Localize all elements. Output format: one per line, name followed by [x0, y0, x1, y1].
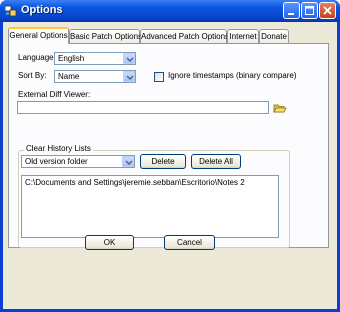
chevron-down-icon: [126, 75, 134, 80]
ok-button[interactable]: OK: [85, 235, 134, 250]
history-list-value: Old version folder: [25, 157, 88, 166]
language-value: English: [58, 54, 85, 63]
tab-label: General Options: [9, 31, 68, 40]
dialog-client: General Options Basic Patch Options Adva…: [3, 22, 337, 309]
delete-button[interactable]: Delete: [140, 154, 186, 169]
app-icon: [5, 5, 17, 17]
history-list-dropdown-button[interactable]: [122, 156, 134, 167]
tab-internet[interactable]: Internet: [227, 29, 259, 44]
maximize-button[interactable]: [301, 2, 318, 19]
sort-by-dropdown-button[interactable]: [123, 71, 135, 82]
chevron-down-icon: [126, 57, 134, 62]
close-icon: [323, 6, 332, 15]
tab-advanced-patch-options[interactable]: Advanced Patch Options: [140, 29, 230, 44]
maximize-icon: [305, 6, 314, 15]
options-window: Options General Options Basic Patch Opti…: [0, 0, 340, 312]
clear-history-group-title: Clear History Lists: [24, 144, 93, 153]
folder-open-icon[interactable]: [273, 102, 287, 114]
history-listbox[interactable]: C:\Documents and Settings\jeremie.sebban…: [21, 175, 279, 238]
tab-label: Donate: [261, 32, 287, 41]
ignore-timestamps-label: Ignore timestamps (binary compare): [168, 71, 297, 80]
language-select[interactable]: English: [54, 52, 136, 65]
delete-button-label: Delete: [151, 157, 175, 166]
tab-label: Advanced Patch Options: [141, 32, 230, 41]
tab-general-options[interactable]: General Options: [8, 27, 69, 44]
minimize-button[interactable]: [283, 2, 300, 19]
tab-label: Internet: [229, 32, 257, 41]
sort-by-value: Name: [58, 72, 80, 81]
general-options-panel: Language: English Sort By: Name Ignore t…: [8, 43, 329, 248]
cancel-button-label: Cancel: [177, 238, 202, 247]
language-dropdown-button[interactable]: [123, 53, 135, 64]
tab-basic-patch-options[interactable]: Basic Patch Options: [69, 29, 143, 44]
title-bar[interactable]: Options: [0, 0, 340, 22]
sort-by-label: Sort By:: [18, 71, 47, 80]
tab-label: Basic Patch Options: [70, 32, 143, 41]
window-title: Options: [21, 4, 63, 16]
delete-all-button[interactable]: Delete All: [191, 154, 241, 169]
list-item[interactable]: C:\Documents and Settings\jeremie.sebban…: [25, 178, 245, 187]
external-diff-label: External Diff Viewer:: [18, 90, 91, 99]
close-button[interactable]: [319, 2, 336, 19]
tab-donate[interactable]: Donate: [259, 29, 289, 44]
language-label: Language:: [18, 53, 56, 62]
cancel-button[interactable]: Cancel: [164, 235, 215, 250]
ignore-timestamps-checkbox[interactable]: [154, 72, 164, 82]
chevron-down-icon: [125, 160, 133, 165]
ok-button-label: OK: [103, 238, 116, 247]
delete-all-button-label: Delete All: [199, 157, 233, 166]
sort-by-select[interactable]: Name: [54, 70, 136, 83]
minimize-icon: [288, 13, 294, 15]
external-diff-input[interactable]: [17, 101, 269, 114]
history-list-select[interactable]: Old version folder: [21, 155, 135, 168]
